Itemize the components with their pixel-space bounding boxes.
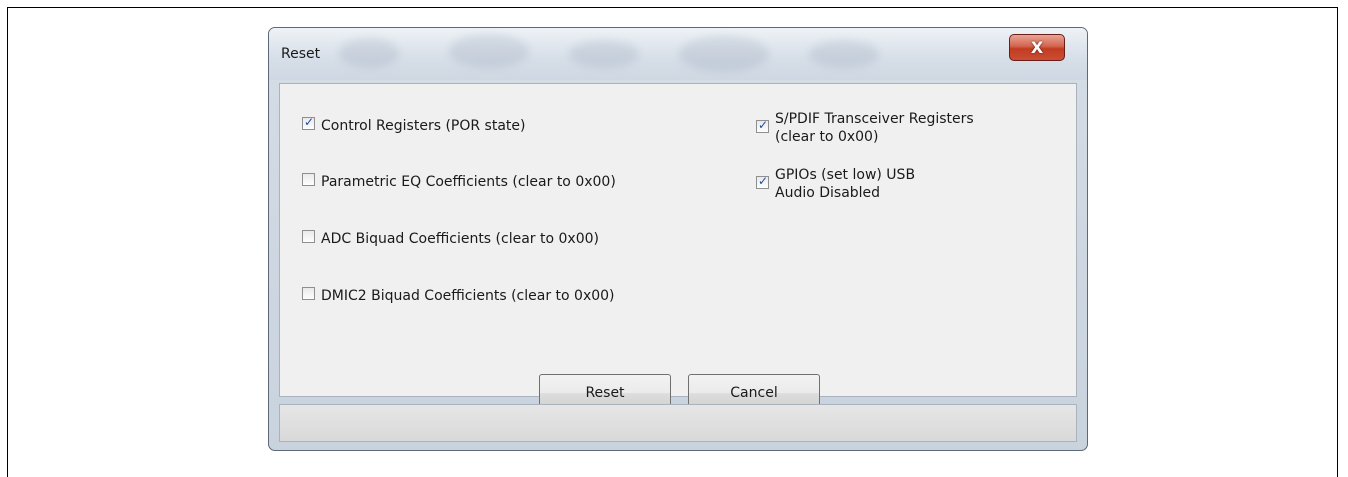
gpios-label: GPIOs (set low) USB Audio Disabled [775, 166, 915, 202]
dmic2-biquad-checkbox[interactable] [302, 287, 315, 300]
reset-dialog: Reset X Control Registers (POR state) Pa… [268, 27, 1088, 451]
control-registers-label: Control Registers (POR state) [321, 118, 526, 134]
option-parametric-eq[interactable]: Parametric EQ Coefficients (clear to 0x0… [302, 173, 616, 191]
gpios-checkbox[interactable] [756, 174, 769, 189]
spdif-registers-label-line1: S/PDIF Transceiver Registers [775, 111, 974, 127]
option-control-registers[interactable]: Control Registers (POR state) [302, 115, 526, 135]
parametric-eq-label: Parametric EQ Coefficients (clear to 0x0… [321, 174, 616, 190]
control-registers-checkbox[interactable] [302, 115, 315, 130]
dialog-title: Reset [281, 46, 321, 62]
close-button[interactable]: X [1009, 34, 1065, 61]
spdif-registers-label: S/PDIF Transceiver Registers (clear to 0… [775, 110, 974, 146]
dmic2-biquad-label: DMIC2 Biquad Coefficients (clear to 0x00… [321, 288, 615, 304]
option-spdif-registers[interactable]: S/PDIF Transceiver Registers (clear to 0… [756, 110, 974, 146]
parametric-eq-checkbox[interactable] [302, 173, 315, 186]
option-gpios[interactable]: GPIOs (set low) USB Audio Disabled [756, 166, 915, 202]
title-bar[interactable]: Reset X [269, 28, 1087, 80]
adc-biquad-checkbox[interactable] [302, 230, 315, 243]
option-dmic2-biquad[interactable]: DMIC2 Biquad Coefficients (clear to 0x00… [302, 287, 615, 305]
option-adc-biquad[interactable]: ADC Biquad Coefficients (clear to 0x00) [302, 230, 599, 248]
gpios-label-line1: GPIOs (set low) USB [775, 167, 916, 183]
spdif-registers-checkbox[interactable] [756, 118, 769, 133]
gpios-label-line2: Audio Disabled [775, 185, 881, 201]
dialog-body: Control Registers (POR state) Parametric… [279, 83, 1077, 412]
close-icon: X [1030, 38, 1044, 57]
adc-biquad-label: ADC Biquad Coefficients (clear to 0x00) [321, 231, 599, 247]
spdif-registers-label-line2: (clear to 0x00) [775, 129, 879, 145]
status-bar [279, 404, 1077, 442]
